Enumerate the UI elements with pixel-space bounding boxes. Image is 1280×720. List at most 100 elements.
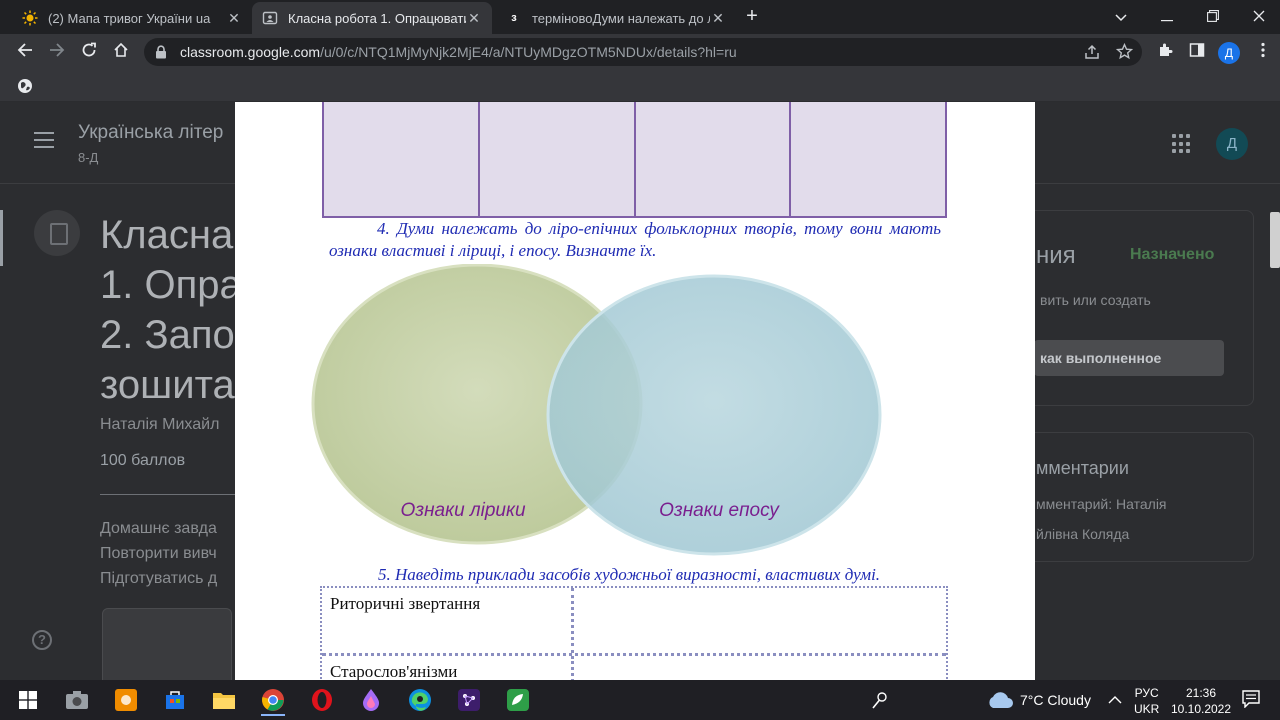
clock[interactable]: 21:36 10.10.2022	[1168, 685, 1234, 717]
assignment-title-line: 2. Запо	[100, 313, 235, 357]
clock-time: 21:36	[1185, 686, 1217, 700]
table-row: Риторичні звертання	[322, 588, 946, 656]
url-host: classroom.google.com	[180, 44, 321, 60]
lock-icon[interactable]	[154, 45, 168, 59]
lyric-label: Ознаки лірики	[400, 500, 525, 521]
green-app-icon[interactable]	[498, 684, 538, 716]
private-comments-title: мментарии	[1036, 458, 1129, 478]
scrollbar-thumb[interactable]	[1270, 212, 1280, 268]
course-section: 8-Д	[78, 150, 99, 165]
table-cell	[635, 102, 792, 216]
your-work-title: ния	[1036, 242, 1076, 269]
table-cell	[479, 102, 636, 216]
row-label: Риторичні звертання	[322, 588, 574, 653]
restore-button[interactable]	[1190, 4, 1236, 30]
side-panel-icon[interactable]	[1184, 40, 1210, 64]
assignment-points: 100 баллов	[100, 452, 186, 469]
camera-app-icon[interactable]	[57, 684, 97, 716]
tab-bar: (2) Мапа тривог України ua ✕ Класна робо…	[0, 0, 1280, 34]
tab-title: терміновоДуми належать до лір	[532, 10, 710, 26]
home-icon[interactable]	[108, 40, 134, 64]
document-preview[interactable]: 4. Думи належать до ліро-епічних фолькло…	[235, 102, 1035, 680]
z-icon: з	[511, 12, 517, 24]
opera-icon[interactable]	[302, 684, 342, 716]
row-answer	[574, 588, 946, 653]
classroom-icon	[262, 10, 278, 26]
file-explorer-icon[interactable]	[204, 684, 244, 716]
star-icon[interactable]	[1115, 42, 1134, 63]
address-bar[interactable]: classroom.google.com /u/0/c/NTQ1MjMyNjk2…	[144, 38, 1142, 66]
windows-start-icon[interactable]	[8, 684, 48, 716]
assignment-icon	[34, 210, 80, 256]
url-path: /u/0/c/NTQ1MjMyNjk2MjE4/a/NTUyMDgzOTM5ND…	[320, 44, 737, 60]
venn-diagram: Ознаки лірики Ознаки епосу	[311, 264, 882, 556]
weather-widget[interactable]: 7°C Cloudy	[1020, 692, 1091, 708]
row-label: Старослов'янізми	[322, 656, 574, 680]
row-answer	[574, 656, 946, 680]
tab-search-icon[interactable]	[1098, 4, 1144, 30]
close-tab-icon[interactable]: ✕	[466, 10, 482, 27]
language-bottom: UKR	[1134, 702, 1160, 716]
divider	[100, 494, 240, 495]
forward-arrow-icon[interactable]	[44, 40, 70, 64]
cloud-icon[interactable]	[986, 690, 1014, 715]
new-tab-button[interactable]: +	[740, 5, 764, 29]
description-line: Підготуватись д	[100, 570, 218, 587]
add-comment-link[interactable]: мментарий: Наталія	[1036, 496, 1167, 512]
chrome-icon[interactable]	[253, 684, 293, 716]
tab-title: Класна робота 1. Опрацювати п	[288, 10, 466, 26]
tab-classroom[interactable]: Класна робота 1. Опрацювати п ✕	[252, 2, 492, 34]
comment-author: йлівна Коляда	[1036, 526, 1130, 542]
tab-urgent-doc[interactable]: з терміновоДуми належать до лір ✕	[496, 2, 736, 34]
extensions-icon[interactable]	[1152, 40, 1178, 64]
assignment-title-line: Класна	[100, 213, 234, 257]
description-line: Домашнє завда	[100, 520, 217, 537]
store-icon[interactable]	[155, 684, 195, 716]
close-tab-icon[interactable]: ✕	[226, 10, 242, 27]
add-or-create-button[interactable]: вить или создать	[1040, 292, 1151, 308]
language-indicator[interactable]: РУС UKR	[1134, 685, 1159, 717]
tab-title: (2) Мапа тривог України ua	[48, 10, 211, 26]
table-cell	[324, 102, 480, 216]
user-avatar[interactable]: Д	[1216, 128, 1248, 160]
help-icon[interactable]: ?	[32, 630, 52, 650]
tab-alert-map[interactable]: (2) Мапа тривог України ua ✕	[12, 2, 252, 34]
notifications-icon[interactable]	[1242, 690, 1260, 713]
weather-condition: Cloudy	[1047, 692, 1091, 708]
clock-date: 10.10.2022	[1170, 702, 1232, 716]
mark-as-done-button[interactable]: как выполненное	[1034, 340, 1224, 376]
assignment-title: Класна 1. Опра 2. Запо зошита	[100, 210, 240, 410]
close-window-button[interactable]	[1236, 4, 1280, 30]
browser-toolbar: classroom.google.com /u/0/c/NTQ1MjMyNjk2…	[0, 34, 1280, 70]
chevron-up-icon[interactable]	[1108, 692, 1122, 710]
task-5-text: 5. Наведіть приклади засобів художньої в…	[378, 565, 881, 584]
your-work-card	[1000, 210, 1254, 406]
windows-taskbar: 7°C Cloudy РУС UKR 21:36 10.10.2022	[0, 680, 1280, 720]
search-people-icon[interactable]	[860, 684, 900, 716]
globe-icon[interactable]	[17, 78, 33, 99]
nodes-app-icon[interactable]	[449, 684, 489, 716]
edge-icon[interactable]	[400, 684, 440, 716]
course-title[interactable]: Українська літер	[78, 122, 223, 144]
description-line: Повторити вивч	[100, 545, 217, 562]
language-top: РУС	[1134, 686, 1159, 700]
left-scroll-indicator	[0, 210, 3, 266]
close-tab-icon[interactable]: ✕	[710, 10, 726, 27]
devices-table: Риторичні звертання Старослов'янізми	[320, 586, 948, 680]
weather-temp: 7°C	[1020, 692, 1044, 708]
apps-grid-icon[interactable]	[1172, 134, 1192, 154]
minimize-button[interactable]	[1144, 4, 1190, 30]
assignment-author: Наталія Михайл	[100, 416, 220, 433]
reload-icon[interactable]	[76, 40, 102, 64]
back-arrow-icon[interactable]	[12, 40, 38, 64]
menu-icon[interactable]	[34, 132, 54, 153]
profile-avatar[interactable]: Д	[1218, 42, 1240, 64]
table-row: Старослов'янізми	[322, 656, 946, 680]
share-icon[interactable]	[1084, 44, 1100, 63]
sun-icon	[22, 10, 38, 26]
drop-app-icon[interactable]	[351, 684, 391, 716]
orange-app-icon[interactable]	[106, 684, 146, 716]
attachment-thumbnail[interactable]	[102, 608, 232, 680]
menu-dots-icon[interactable]	[1250, 40, 1276, 64]
assignment-title-line: зошита	[100, 363, 235, 407]
